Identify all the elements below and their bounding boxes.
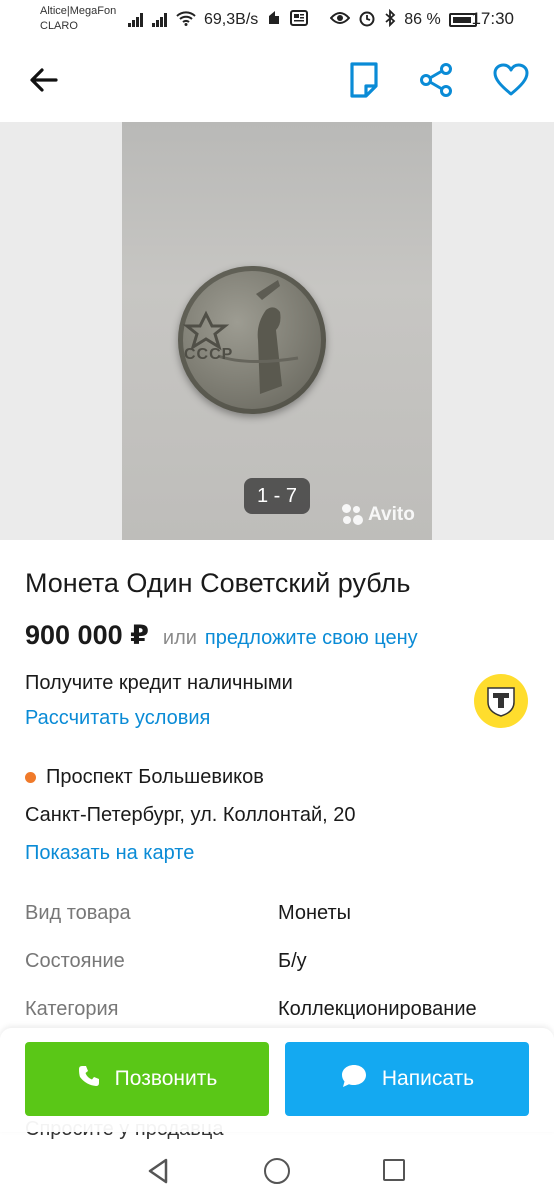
address: Санкт-Петербург, ул. Коллонтай, 20 xyxy=(25,804,356,826)
listing-price: 900 000 ₽ xyxy=(25,620,149,650)
share-icon[interactable] xyxy=(418,62,454,98)
wifi-icon xyxy=(176,10,196,31)
photo-gallery[interactable]: СССР 1 - 7 Avito xyxy=(0,122,554,540)
param-value: Монеты xyxy=(278,902,352,924)
param-value: Б/у xyxy=(278,950,307,972)
battery-percent: 86 % xyxy=(404,11,441,28)
arrow-left-icon[interactable] xyxy=(26,62,62,98)
calculate-credit-link[interactable]: Рассчитать условия xyxy=(25,707,210,730)
chat-bubble-icon xyxy=(340,1063,368,1095)
metro-station-name: Проспект Большевиков xyxy=(46,766,264,788)
write-button-label: Написать xyxy=(381,1067,475,1090)
metro-station: Проспект Большевиков xyxy=(25,766,264,789)
carrier-names: Altice|MegaFon CLARO xyxy=(40,4,116,34)
clock: 17:30 xyxy=(471,9,514,28)
carrier-2: CLARO xyxy=(40,20,78,32)
signal-icon xyxy=(128,13,144,27)
show-on-map-link[interactable]: Показать на карте xyxy=(25,842,194,865)
param-label: Вид товара xyxy=(25,902,131,924)
call-button-label: Позвонить xyxy=(114,1067,218,1090)
notification-icon xyxy=(266,10,282,31)
status-icons: 69,3B/s 86 % xyxy=(128,8,477,32)
coin-image xyxy=(178,266,326,414)
credit-promo-text: Получите кредит наличными xyxy=(25,672,293,694)
nav-recent-apps-icon[interactable] xyxy=(383,1159,405,1181)
listing-title: Монета Один Советский рубль xyxy=(25,568,411,598)
avito-logo-icon xyxy=(342,504,364,526)
param-label: Состояние xyxy=(25,950,125,972)
phone-icon xyxy=(77,1064,101,1094)
carrier-1: Altice|MegaFon xyxy=(40,5,117,17)
alarm-icon xyxy=(358,9,376,32)
offer-price-link[interactable]: предложите свою цену xyxy=(205,627,418,650)
note-icon[interactable] xyxy=(346,60,382,100)
app-bar xyxy=(0,40,554,122)
or-text: или xyxy=(162,627,197,649)
status-bar: Altice|MegaFon CLARO 69,3B/s 86 % 17:30 xyxy=(0,0,554,40)
heart-icon[interactable] xyxy=(492,62,530,98)
metro-line-dot xyxy=(25,772,36,783)
photo-counter: 1 - 7 xyxy=(244,478,310,514)
signal-icon xyxy=(152,13,168,27)
param-value: Коллекционирование xyxy=(278,998,477,1020)
bank-logo-icon[interactable] xyxy=(474,674,528,728)
news-icon xyxy=(290,9,309,31)
nav-back-icon[interactable] xyxy=(146,1158,170,1184)
param-label: Категория xyxy=(25,998,119,1020)
coin-inscription: СССР xyxy=(184,346,234,363)
contact-action-bar: Позвонить Написать xyxy=(0,1028,554,1132)
eye-icon xyxy=(329,11,351,30)
avito-watermark-text: Avito xyxy=(368,504,415,525)
nav-home-icon[interactable] xyxy=(264,1158,290,1184)
avito-watermark: Avito xyxy=(342,504,415,526)
call-button[interactable]: Позвонить xyxy=(25,1042,269,1116)
write-message-button[interactable]: Написать xyxy=(285,1042,529,1116)
system-nav-bar xyxy=(0,1140,554,1200)
price-row: 900 000 ₽ или предложите свою цену xyxy=(25,620,418,651)
network-speed: 69,3B/s xyxy=(204,11,259,28)
bluetooth-icon xyxy=(384,8,396,32)
